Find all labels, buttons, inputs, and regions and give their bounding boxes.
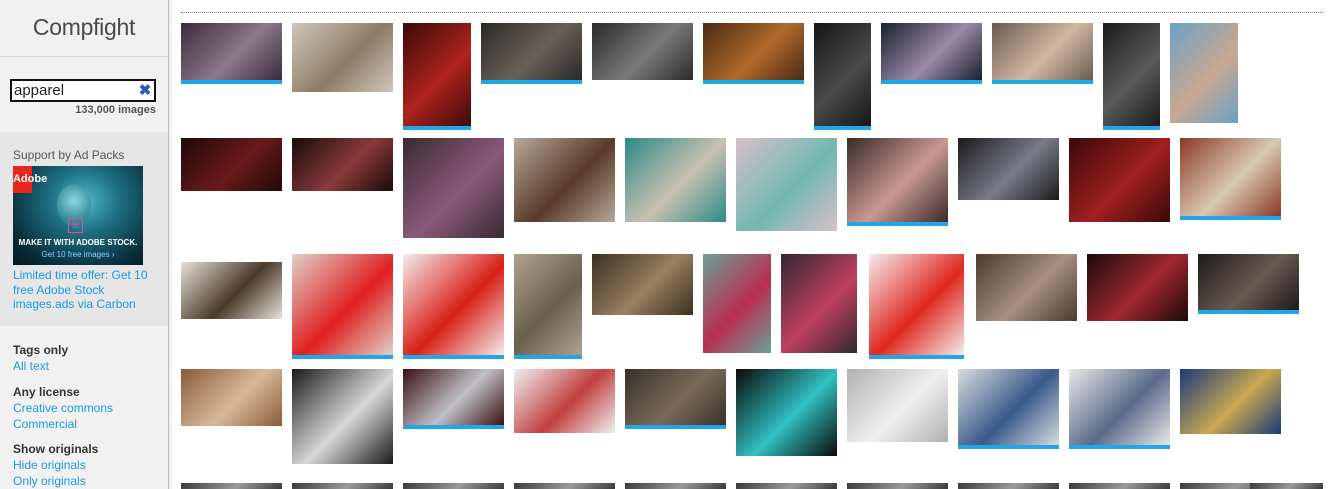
ad-image[interactable]: Adobe St MAKE IT WITH ADOBE STOCK. Get 1… (13, 166, 143, 265)
thumb-red-hood-woman[interactable] (403, 23, 471, 130)
ad-link[interactable]: Limited time offer: Get 10 free Adobe St… (13, 268, 153, 312)
thumb-white-gown-bubbles[interactable] (847, 369, 948, 442)
search-input[interactable] (14, 81, 132, 100)
sidebar-shadow (168, 0, 173, 489)
filter-creative-commons-link[interactable]: Creative commons (13, 401, 113, 415)
thumb-horse-riders-beach[interactable] (181, 262, 282, 319)
thumb-row5-8[interactable] (958, 483, 1059, 489)
thumb-woman-gray-dark[interactable] (592, 23, 693, 80)
filter-originals-title: Show originals (13, 442, 99, 456)
filter-all-text-link[interactable]: All text (13, 359, 49, 373)
filter-license-title: Any license (13, 385, 80, 399)
filter-tags-title: Tags only (13, 343, 69, 357)
thumb-row5-11[interactable] (1250, 483, 1323, 489)
thumb-fabric-closeup[interactable] (1180, 138, 1281, 220)
thumb-row5-6[interactable] (736, 483, 837, 489)
filter-only-originals-link[interactable]: Only originals (13, 474, 86, 488)
thumb-purple-dress[interactable] (403, 138, 504, 238)
thumb-two-women-lingerie[interactable] (292, 138, 393, 191)
thumb-dress-pattern-sheet[interactable] (514, 369, 615, 433)
thumb-woman-braided-hair[interactable] (514, 254, 582, 359)
thumb-woman-reclining-nude[interactable] (992, 23, 1093, 84)
thumb-woman-black-outfit[interactable] (1103, 23, 1160, 130)
thumb-veiled-woman-moon[interactable] (181, 23, 282, 84)
thumb-row5-4[interactable] (514, 483, 615, 489)
ad-label: Support by Ad Packs (13, 148, 125, 162)
thumb-store-aisle[interactable] (958, 369, 1059, 449)
thumb-street-market[interactable] (703, 254, 771, 353)
thumb-embroidered-labels[interactable] (1180, 369, 1281, 434)
thumb-woman-plaid-shirt[interactable] (592, 254, 693, 315)
thumb-row5-9[interactable] (1069, 483, 1170, 489)
thumb-woman-shorts-collage[interactable] (847, 138, 948, 226)
search-box: ✖ (10, 79, 156, 102)
divider (0, 56, 168, 57)
thumb-woman-floral-chair[interactable] (514, 138, 615, 222)
stock-badge-icon: St (68, 218, 83, 233)
thumb-red-ruffle-gown[interactable] (403, 254, 504, 359)
thumb-woman-dark-room[interactable] (1198, 254, 1299, 314)
thumb-red-ruffle-marcelo[interactable] (869, 254, 964, 359)
thumb-woman-red-wall[interactable] (1069, 138, 1170, 222)
thumb-mermaid-suitcase[interactable] (736, 138, 837, 231)
thumb-woman-vintage-car[interactable] (625, 138, 726, 222)
thumb-woman-standing-dark[interactable] (814, 23, 871, 130)
thumb-woman-hat-denim[interactable] (292, 369, 393, 464)
thumb-woman-beige-dress-ruins[interactable] (292, 23, 393, 92)
filter-hide-originals-link[interactable]: Hide originals (13, 458, 86, 472)
thumb-dark-red-women[interactable] (181, 138, 282, 191)
thumb-row5-1[interactable] (181, 483, 282, 489)
thumb-dark-portrait[interactable] (481, 23, 582, 84)
thumb-masked-red-hood[interactable] (403, 369, 504, 429)
ad-subline: Get 10 free images › (41, 250, 115, 259)
adobe-logo-icon: Adobe (13, 166, 47, 193)
thumb-red-jumpsuit-marcelo[interactable] (292, 254, 393, 359)
thumb-woman-leaning-rail[interactable] (625, 369, 726, 429)
thumb-row5-7[interactable] (847, 483, 948, 489)
results-top-divider (181, 12, 1323, 13)
result-count: 133,000 images (75, 104, 156, 116)
thumb-woman-bikini-beach[interactable] (1170, 23, 1238, 123)
thumb-woman-checkered-top[interactable] (781, 254, 857, 353)
thumb-supermarket-aisle[interactable] (1069, 369, 1170, 449)
thumb-row5-3[interactable] (403, 483, 504, 489)
site-logo[interactable]: Compfight (0, 14, 168, 41)
thumb-woman-doorway[interactable] (958, 138, 1059, 200)
thumb-man-wagon-autumn[interactable] (181, 369, 282, 426)
thumb-woman-night-scene[interactable] (881, 23, 982, 84)
thumb-woman-bodysuit-interior[interactable] (976, 254, 1077, 321)
thumb-woman-red-corset[interactable] (1087, 254, 1188, 321)
thumb-woman-neon-swing[interactable] (736, 369, 837, 456)
thumb-woman-reclining-amber[interactable] (703, 23, 804, 84)
filter-commercial-link[interactable]: Commercial (13, 417, 77, 431)
thumb-row5-5[interactable] (625, 483, 726, 489)
sidebar: Compfight ✖ 133,000 images Support by Ad… (0, 0, 169, 489)
thumb-row5-2[interactable] (292, 483, 393, 489)
clear-search-icon[interactable]: ✖ (138, 82, 152, 99)
ad-headline: MAKE IT WITH ADOBE STOCK. (18, 238, 138, 247)
